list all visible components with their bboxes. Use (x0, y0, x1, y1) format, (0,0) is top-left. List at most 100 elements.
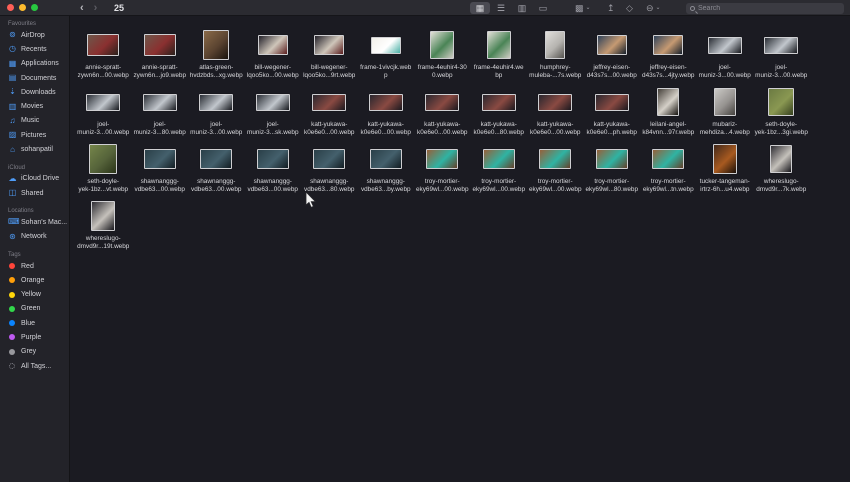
file-thumbnail[interactable] (538, 93, 573, 111)
file-thumbnail[interactable] (425, 93, 460, 111)
file-name[interactable]: annie-spratt-zywn6n...jo9.webp (133, 64, 186, 80)
close-button[interactable] (7, 4, 14, 11)
file-thumbnail[interactable] (486, 31, 511, 59)
search-field[interactable] (686, 3, 844, 14)
sidebar-item-movies[interactable]: ▥ Movies (0, 99, 69, 113)
file-name[interactable]: katt-yukawa-k0e6e0...00.webp (304, 121, 354, 137)
file-thumbnail[interactable] (312, 93, 347, 111)
file-item[interactable]: troy-mortier-eky69wl...00.webp (471, 142, 528, 199)
sidebar-item-network[interactable]: ⊛ Network (0, 230, 69, 244)
file-name[interactable]: shawnanggg-vdbe63...00.webp (248, 178, 298, 194)
zoom-button[interactable] (31, 4, 38, 11)
file-name[interactable]: joel-muniz-3...80.webp (134, 121, 186, 137)
sidebar-item-orange[interactable]: Orange (0, 273, 69, 287)
file-name[interactable]: bill-wegener-lqoo5ko...9rt.webp (303, 64, 355, 80)
file-name[interactable]: mubariz-mehdiza...4.webp (700, 121, 750, 137)
file-item[interactable]: jeffrey-eisen-d43s7s...4jty.webp (640, 28, 697, 85)
file-thumbnail[interactable] (652, 149, 685, 169)
tag-button[interactable]: ◇ (626, 2, 633, 14)
file-name[interactable]: joel-muniz-3...00.webp (77, 121, 129, 137)
file-thumbnail[interactable] (256, 149, 289, 169)
column-view-button[interactable]: ▥ (512, 2, 532, 14)
file-thumbnail[interactable] (313, 149, 346, 169)
file-name[interactable]: shawnanggg-vdbe63...80.webp (304, 178, 354, 194)
sidebar-item-downloads[interactable]: ⇣ Downloads (0, 85, 69, 99)
file-item[interactable]: annie-spratt-zywn6n...jo9.webp (132, 28, 189, 85)
sidebar-item-documents[interactable]: ▤ Documents (0, 71, 69, 85)
file-item[interactable]: troy-mortier-eky69wl...tn.webp (640, 142, 697, 199)
sidebar-item-pictures[interactable]: ▨ Pictures (0, 128, 69, 142)
file-thumbnail[interactable] (707, 36, 742, 54)
share-button[interactable]: ↥ (607, 2, 615, 14)
file-name[interactable]: shawnanggg-vdbe63...00.webp (191, 178, 241, 194)
file-thumbnail[interactable] (426, 149, 459, 169)
file-thumbnail[interactable] (596, 35, 627, 55)
file-item[interactable]: mubariz-mehdiza...4.webp (697, 85, 754, 142)
file-item[interactable]: bill-wegener-lqoo5ko...9rt.webp (301, 28, 358, 85)
file-name[interactable]: troy-mortier-eky69wl...80.webp (585, 178, 638, 194)
file-item[interactable]: troy-mortier-eky69wl...00.webp (527, 142, 584, 199)
file-thumbnail[interactable] (200, 149, 233, 169)
file-thumbnail[interactable] (595, 149, 628, 169)
file-item[interactable]: shawnanggg-vdbe63...00.webp (245, 142, 302, 199)
file-thumbnail[interactable] (87, 34, 120, 56)
sidebar-item-red[interactable]: Red (0, 259, 69, 273)
file-thumbnail[interactable] (594, 93, 629, 111)
sidebar-item-applications[interactable]: ▦ Applications (0, 57, 69, 71)
list-view-button[interactable]: ☰ (491, 2, 511, 14)
file-item[interactable]: joel-muniz-3...00.webp (188, 85, 245, 142)
file-name[interactable]: katt-yukawa-k0e6e0...00.webp (361, 121, 411, 137)
file-item[interactable]: shawnanggg-vdbe63...by.webp (358, 142, 415, 199)
file-item[interactable]: whereslugo-dmvd9r...19t.webp (75, 199, 132, 256)
file-thumbnail[interactable] (539, 149, 572, 169)
file-thumbnail[interactable] (86, 93, 121, 111)
file-thumbnail[interactable] (314, 35, 345, 55)
file-item[interactable]: shawnanggg-vdbe63...80.webp (301, 142, 358, 199)
file-item[interactable]: frame-4euhir4-30 0.webp (414, 28, 471, 85)
file-thumbnail[interactable] (91, 201, 116, 231)
sidebar-item-music[interactable]: ♫ Music (0, 114, 69, 128)
file-thumbnail[interactable] (430, 31, 455, 59)
file-name[interactable]: leilani-angel-k84vnn...97r.webp (642, 121, 694, 137)
sidebar-item-purple[interactable]: Purple (0, 330, 69, 344)
file-name[interactable]: annie-spratt-zywn6n...00.webp (78, 64, 129, 80)
file-name[interactable]: shawnanggg-vdbe63...00.webp (135, 178, 185, 194)
file-thumbnail[interactable] (712, 144, 737, 174)
file-item[interactable]: katt-yukawa-k0e6e0...00.webp (358, 85, 415, 142)
file-item[interactable]: whereslugo-dmvd9r...7k.webp (753, 142, 810, 199)
file-item[interactable]: frame-4euhir4.we bp (471, 28, 528, 85)
file-item[interactable]: katt-yukawa-k0e6e0...80.webp (471, 85, 528, 142)
file-item[interactable]: shawnanggg-vdbe63...00.webp (132, 142, 189, 199)
file-name[interactable]: katt-yukawa-k0e6e0...ph.webp (587, 121, 637, 137)
file-thumbnail[interactable] (203, 30, 230, 60)
file-thumbnail[interactable] (764, 36, 799, 54)
file-item[interactable]: troy-mortier-eky69wl...80.webp (584, 142, 641, 199)
sidebar-item-icloud-drive[interactable]: ☁ iCloud Drive (0, 172, 69, 186)
file-thumbnail[interactable] (713, 88, 736, 116)
file-item[interactable]: bill-wegener-lqoo5ko...00.webp (245, 28, 302, 85)
file-item[interactable]: troy-mortier-eky69wl...00.webp (414, 142, 471, 199)
file-name[interactable]: jeffrey-eisen-d43s7s...00.webp (587, 64, 637, 80)
file-item[interactable]: jeffrey-eisen-d43s7s...00.webp (584, 28, 641, 85)
sidebar-item-sohanpatil[interactable]: ⌂ sohanpatil (0, 142, 69, 156)
file-thumbnail[interactable] (89, 144, 118, 174)
gallery-view-button[interactable]: ▭ (533, 2, 553, 14)
file-item[interactable]: katt-yukawa-k0e6e0...ph.webp (584, 85, 641, 142)
file-name[interactable]: whereslugo-dmvd9r...19t.webp (77, 235, 129, 251)
sidebar-item-blue[interactable]: Blue (0, 316, 69, 330)
file-item[interactable]: annie-spratt-zywn6n...00.webp (75, 28, 132, 85)
file-item[interactable]: katt-yukawa-k0e6e0...00.webp (414, 85, 471, 142)
file-item[interactable]: joel-muniz-3...sk.webp (245, 85, 302, 142)
file-thumbnail[interactable] (369, 149, 402, 169)
file-item[interactable]: seth-doyle-yek-1bz...vt.webp (75, 142, 132, 199)
file-name[interactable]: tucker-tangeman-irtrz-6h...u4.webp (700, 178, 750, 194)
file-item[interactable]: katt-yukawa-k0e6e0...00.webp (301, 85, 358, 142)
file-name[interactable]: joel-muniz-3...00.webp (699, 64, 751, 80)
file-thumbnail[interactable] (368, 93, 403, 111)
file-thumbnail[interactable] (142, 93, 177, 111)
file-name[interactable]: jeffrey-eisen-d43s7s...4jty.webp (642, 64, 694, 80)
file-item[interactable]: shawnanggg-vdbe63...00.webp (188, 142, 245, 199)
file-thumbnail[interactable] (657, 88, 680, 116)
sidebar-item-shared[interactable]: ◫ Shared (0, 186, 69, 200)
file-name[interactable]: frame-4euhir4.we bp (474, 64, 524, 80)
